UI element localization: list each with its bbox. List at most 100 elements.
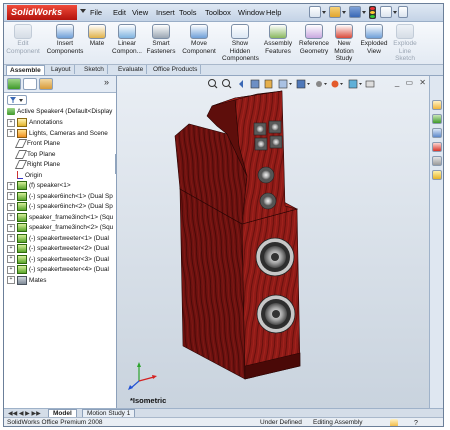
tree-root[interactable]: Active Speaker4 (Default<Display	[7, 107, 119, 118]
status-definition: Under Defined	[260, 419, 302, 426]
expand-toggle-icon[interactable]: +	[7, 181, 15, 190]
help-status-icon[interactable]: ?	[414, 419, 418, 426]
tree-item-label: (-) speakertweeter<3> (Dual	[29, 255, 109, 263]
toolbar-button-6[interactable]: Show Hidden Components	[222, 24, 259, 63]
expand-toggle-icon[interactable]: +	[7, 234, 15, 242]
command-tab-sketch[interactable]: Sketch	[81, 65, 108, 74]
tree-item-label: Lights, Cameras and Scene	[29, 129, 108, 137]
menu-window[interactable]: Window	[238, 7, 265, 18]
toolbar-button-10[interactable]: Exploded View	[360, 24, 388, 55]
solidworks-resources-icon[interactable]	[432, 100, 442, 110]
tree-item[interactable]: Top Plane	[7, 149, 119, 161]
new-dropdown-icon[interactable]	[322, 11, 326, 14]
command-manager-tabs: Assemble Layout Sketch Evaluate Office Produ…	[4, 65, 443, 76]
menu-help[interactable]: Help	[266, 7, 281, 18]
motion-study-icon	[335, 24, 353, 39]
toolbar-button-9[interactable]: New Motion Study	[332, 24, 356, 63]
tree-item[interactable]: + (-) speakertweeter<3> (Dual	[7, 254, 119, 266]
toolbar-button-7[interactable]: Assembly Features	[262, 24, 294, 55]
expand-toggle-icon[interactable]: +	[7, 118, 15, 127]
menu-edit[interactable]: Edit	[113, 7, 126, 18]
toolbar-button-11[interactable]: Explode Line Sketch	[390, 24, 420, 63]
tree-item[interactable]: + (-) speaker6inch<2> (Dual Sp	[7, 202, 119, 213]
menu-file[interactable]: File	[90, 7, 102, 18]
toolbar-button-8[interactable]: Reference Geometry	[298, 24, 330, 55]
toolbar-button-3[interactable]: Linear Compon...	[112, 24, 142, 55]
menu-tools[interactable]: Tools	[179, 7, 197, 18]
options-dropdown-icon[interactable]	[393, 11, 397, 14]
graphics-viewport[interactable]: _ ▭ ✕ *Isometric	[117, 76, 429, 408]
configuration-manager-tab-icon[interactable]	[39, 78, 53, 90]
tree-item[interactable]: Right Plane	[7, 160, 119, 171]
tree-item[interactable]: + (-) speakertweeter<1> (Dual	[7, 233, 119, 245]
property-manager-tab-icon[interactable]	[23, 78, 37, 90]
logo-dropdown-icon[interactable]	[80, 9, 86, 13]
reference-geometry-icon	[305, 24, 323, 39]
tree-filter-icon[interactable]	[7, 95, 27, 105]
toolbar-button-1[interactable]: Insert Components	[46, 24, 84, 55]
new-document-icon[interactable]	[309, 6, 321, 18]
tree-item[interactable]: + (-) speakertweeter<4> (Dual	[7, 265, 119, 276]
expand-toggle-icon[interactable]: +	[7, 192, 15, 200]
tab-scroll-arrows-icon[interactable]: ◀◀ ◀ ▶ ▶▶	[8, 410, 41, 417]
tree-item[interactable]: + (-) speakertweeter<2> (Dual	[7, 244, 119, 255]
expand-toggle-icon[interactable]: +	[7, 244, 15, 253]
design-library-icon[interactable]	[432, 114, 442, 124]
mate-icon	[88, 24, 106, 39]
solidworks-logo[interactable]: SolidWorks	[7, 5, 77, 20]
linear-pattern-icon	[118, 24, 136, 39]
toolbar-label: Edit Component	[6, 40, 40, 55]
expand-toggle-icon[interactable]: +	[7, 255, 15, 263]
tree-item[interactable]: + speaker_frame3inch<1> (Squ	[7, 212, 119, 224]
solidworks-window: SolidWorks File Edit View Insert Tools Toolbo…	[3, 3, 444, 427]
speaker-assembly-model[interactable]	[117, 76, 429, 408]
menu-insert[interactable]: Insert	[156, 7, 175, 18]
open-dropdown-icon[interactable]	[342, 11, 346, 14]
rebuild-traffic-light-icon[interactable]	[369, 6, 376, 19]
tree-item[interactable]: + Annotations	[7, 118, 119, 129]
toolbar-button-0[interactable]: Edit Component	[6, 24, 40, 55]
menu-view[interactable]: View	[132, 7, 148, 18]
toolbar-button-5[interactable]: Move Component	[180, 24, 218, 55]
command-tab-office-products[interactable]: Office Products	[150, 65, 202, 74]
command-tab-layout[interactable]: Layout	[48, 65, 75, 74]
command-tab-assemble[interactable]: Assemble	[6, 65, 45, 75]
tree-item[interactable]: Front Plane	[7, 139, 119, 150]
featuremanager-pane: » Active Speaker4 (Default<Display + Anno…	[4, 76, 117, 408]
tree-item[interactable]: + speaker_frame3inch<2> (Squ	[7, 223, 119, 234]
file-explorer-icon[interactable]	[432, 128, 442, 138]
expand-toggle-icon[interactable]: +	[7, 223, 15, 232]
expand-pane-icon[interactable]: »	[104, 77, 109, 87]
tree-item-label: (-) speaker6inch<1> (Dual Sp	[29, 192, 113, 200]
expand-toggle-icon[interactable]: +	[7, 213, 15, 221]
appearances-icon[interactable]	[432, 170, 442, 180]
expand-toggle-icon[interactable]: +	[7, 202, 15, 211]
origin-icon	[17, 170, 23, 179]
expand-toggle-icon[interactable]: +	[7, 129, 15, 137]
tree-item[interactable]: Origin	[7, 170, 119, 182]
toolbar-button-4[interactable]: Smart Fasteners	[146, 24, 176, 55]
expand-toggle-icon[interactable]: +	[7, 276, 15, 284]
expand-toggle-icon[interactable]: +	[7, 265, 15, 274]
toolbar-button-2[interactable]: Mate	[86, 24, 108, 48]
featuremanager-tree-tab-icon[interactable]	[7, 78, 21, 90]
rebuild-status-icon[interactable]	[390, 419, 398, 426]
move-component-icon	[190, 24, 208, 39]
view-palette-icon[interactable]	[432, 156, 442, 166]
tree-item[interactable]: + (-) speaker6inch<1> (Dual Sp	[7, 191, 119, 203]
tree-item[interactable]: + Mates	[7, 275, 119, 287]
menu-toolbox[interactable]: Toolbox	[205, 7, 231, 18]
search-icon[interactable]	[432, 142, 442, 152]
options-icon[interactable]	[380, 6, 392, 18]
command-tab-evaluate[interactable]: Evaluate	[115, 65, 148, 74]
help-icon[interactable]	[398, 6, 408, 18]
toolbar-label: New Motion Study	[334, 40, 354, 62]
save-dropdown-icon[interactable]	[362, 11, 366, 14]
open-folder-icon[interactable]	[329, 6, 341, 18]
tree-item[interactable]: + Lights, Cameras and Scene	[7, 128, 119, 140]
toolbar-label: Explode Line Sketch	[393, 40, 417, 62]
part-icon	[17, 254, 27, 264]
toolbar-label: Move Component	[182, 40, 216, 55]
tree-item[interactable]: + (f) speaker<1>	[7, 181, 119, 192]
save-icon[interactable]	[349, 6, 361, 18]
